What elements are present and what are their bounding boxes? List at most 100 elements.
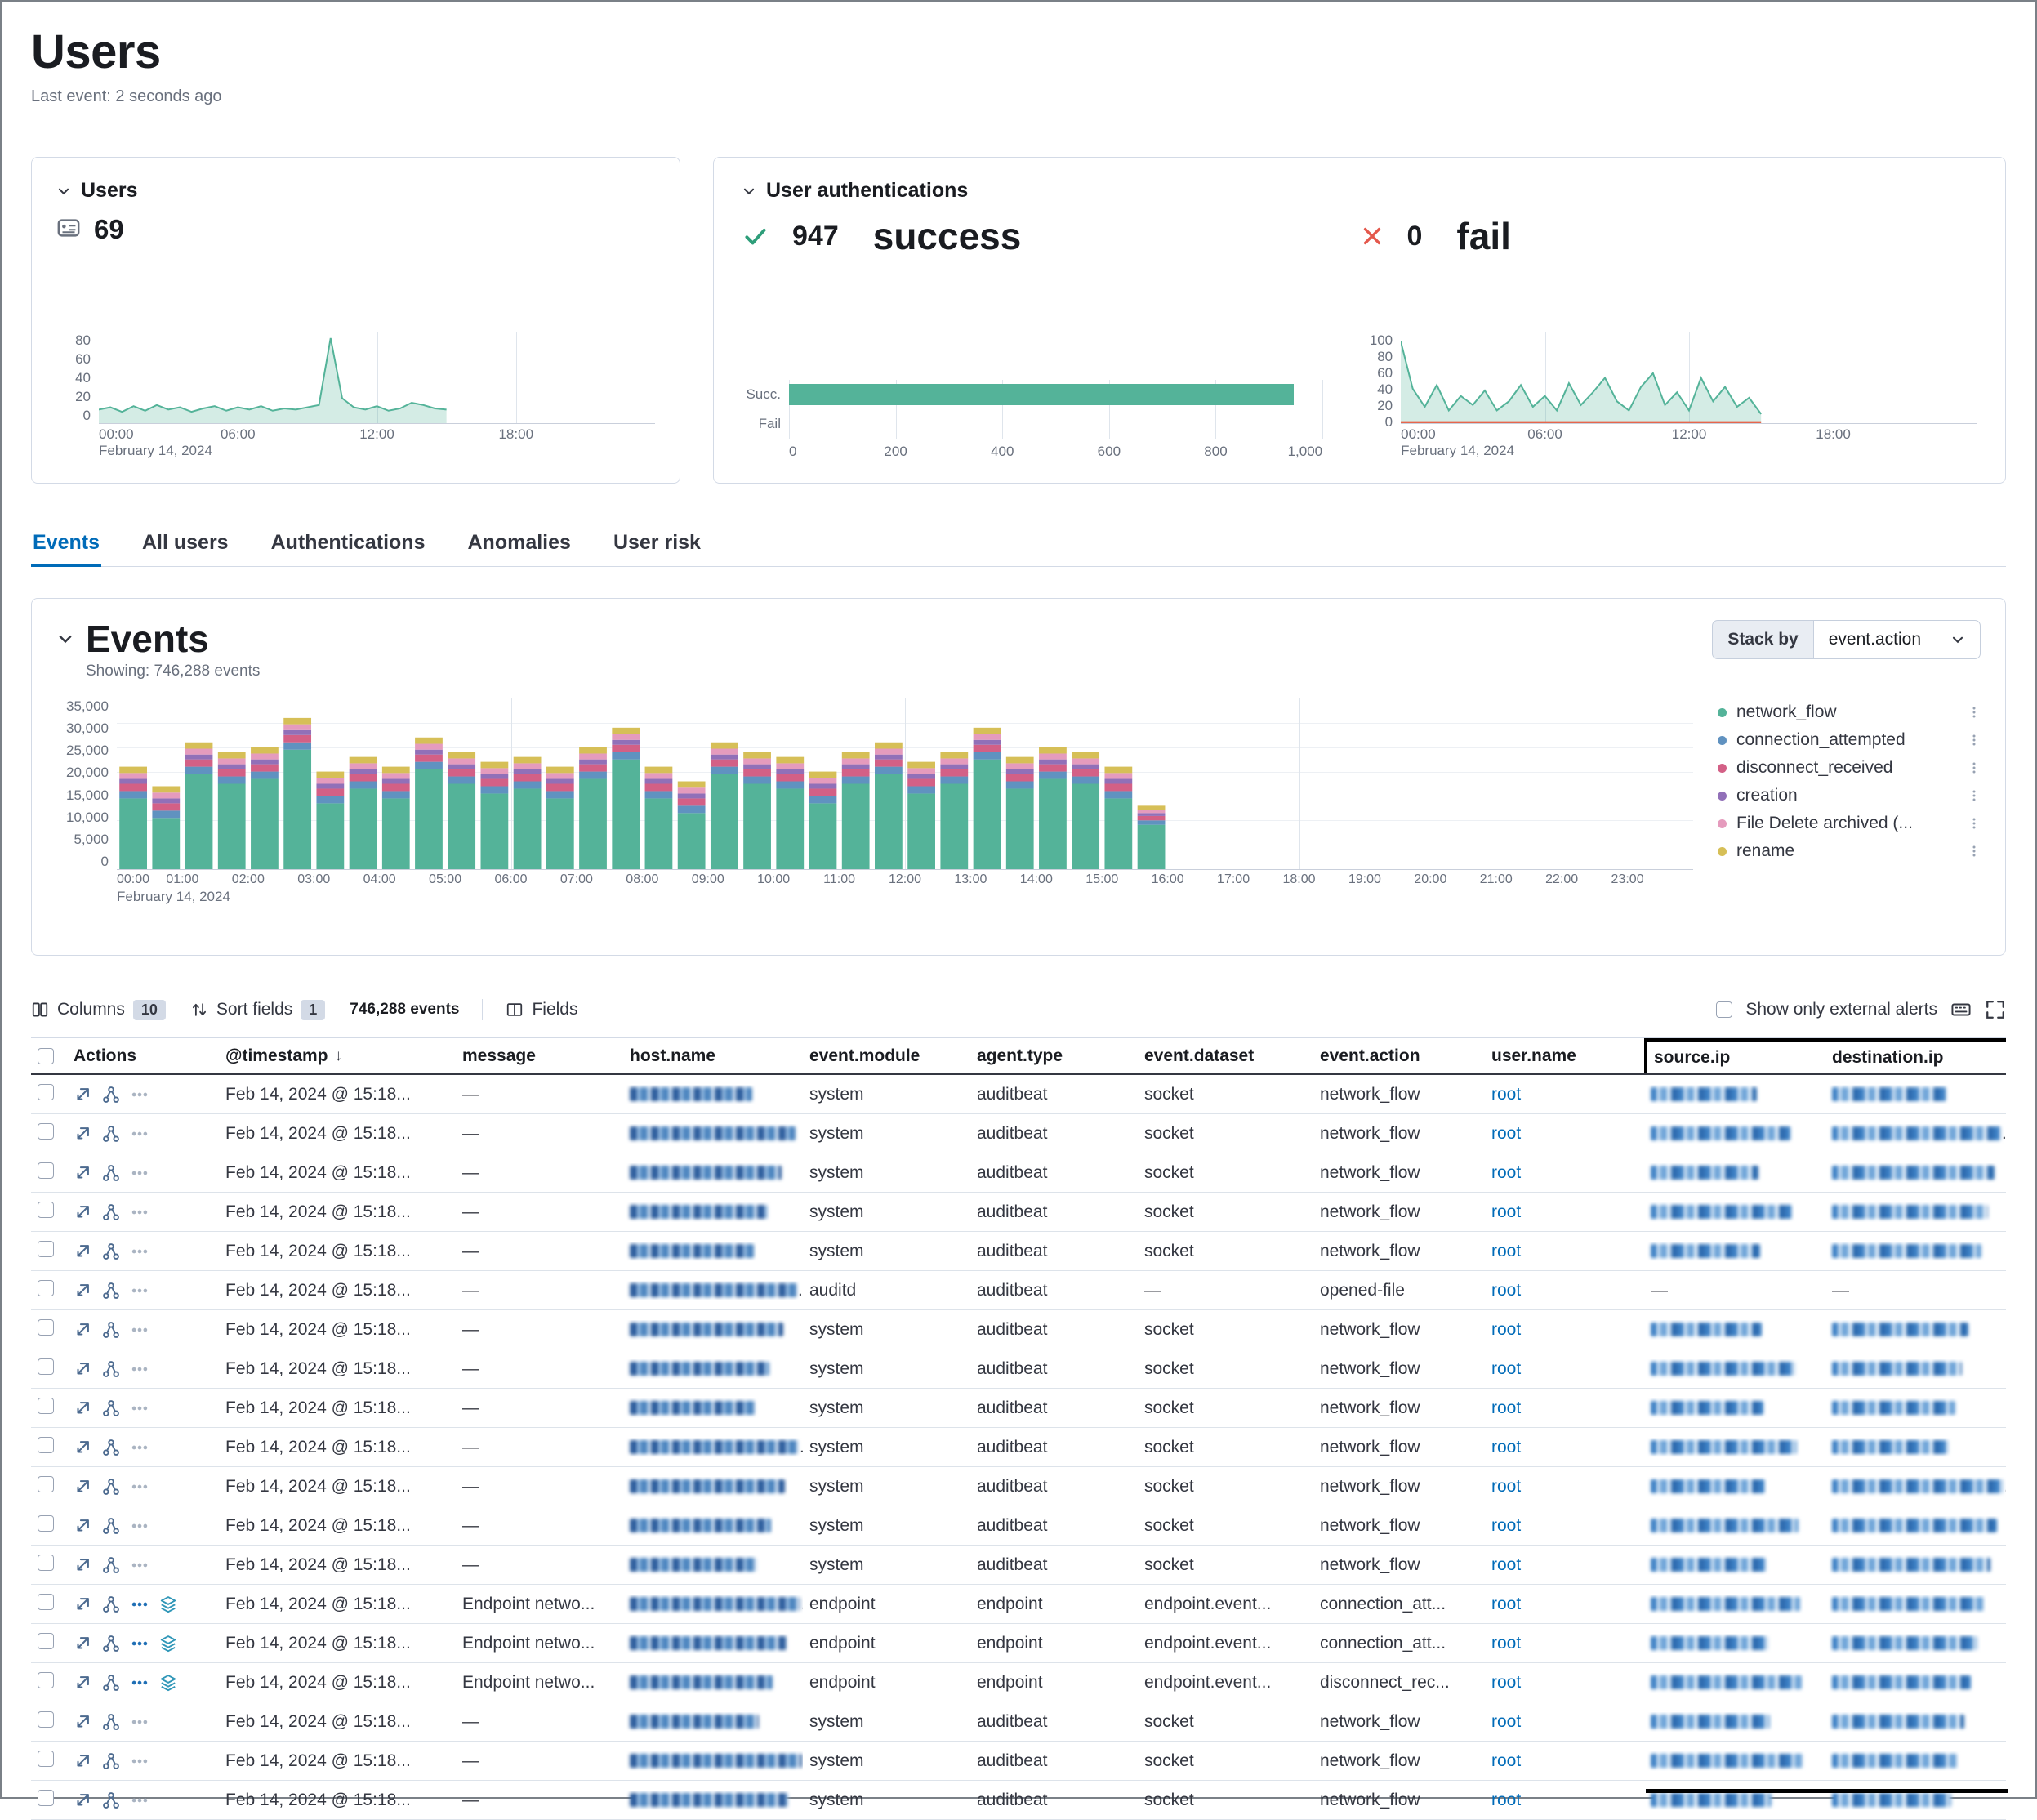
row-checkbox[interactable] <box>38 1476 54 1492</box>
expand-event-icon[interactable] <box>74 1203 91 1221</box>
row-checkbox[interactable] <box>38 1162 54 1179</box>
more-actions-icon[interactable] <box>131 1360 149 1378</box>
expand-event-icon[interactable] <box>74 1752 91 1770</box>
analyze-event-icon[interactable] <box>102 1282 120 1300</box>
expand-event-icon[interactable] <box>74 1674 91 1692</box>
expand-event-icon[interactable] <box>74 1635 91 1653</box>
legend-options-icon[interactable] <box>1968 761 1981 774</box>
user-name-link[interactable]: root <box>1491 1751 1521 1770</box>
legend-options-icon[interactable] <box>1968 734 1981 747</box>
row-checkbox[interactable] <box>38 1437 54 1453</box>
legend-options-icon[interactable] <box>1968 817 1981 830</box>
analyze-event-icon[interactable] <box>102 1242 120 1260</box>
user-name-link[interactable]: root <box>1491 1555 1521 1574</box>
more-actions-icon[interactable] <box>131 1282 149 1300</box>
sort-fields-button[interactable]: Sort fields 1 <box>190 1000 325 1020</box>
tab-events[interactable]: Events <box>31 524 101 566</box>
user-name-link[interactable]: root <box>1491 1085 1521 1104</box>
user-name-link[interactable]: root <box>1491 1673 1521 1692</box>
expand-event-icon[interactable] <box>74 1164 91 1182</box>
collapse-chevron-icon[interactable] <box>56 630 74 648</box>
expand-event-icon[interactable] <box>74 1399 91 1417</box>
analyze-event-icon[interactable] <box>102 1360 120 1378</box>
column-header-event-dataset[interactable]: event.dataset <box>1138 1038 1313 1073</box>
user-name-link[interactable]: root <box>1491 1242 1521 1260</box>
legend-options-icon[interactable] <box>1968 706 1981 719</box>
more-actions-icon[interactable] <box>131 1399 149 1417</box>
osquery-layers-icon[interactable] <box>159 1674 177 1692</box>
more-actions-icon[interactable] <box>131 1713 149 1731</box>
user-name-link[interactable]: root <box>1491 1477 1521 1496</box>
expand-event-icon[interactable] <box>74 1360 91 1378</box>
tab-user-risk[interactable]: User risk <box>612 524 702 566</box>
columns-button[interactable]: Columns 10 <box>31 1000 166 1020</box>
row-checkbox[interactable] <box>38 1515 54 1532</box>
user-name-link[interactable]: root <box>1491 1281 1521 1300</box>
row-checkbox[interactable] <box>38 1084 54 1100</box>
more-actions-icon[interactable] <box>131 1242 149 1260</box>
user-name-link[interactable]: root <box>1491 1124 1521 1143</box>
more-actions-icon[interactable] <box>131 1791 149 1809</box>
row-checkbox[interactable] <box>38 1555 54 1571</box>
row-checkbox[interactable] <box>38 1751 54 1767</box>
expand-event-icon[interactable] <box>74 1517 91 1535</box>
tab-authentications[interactable]: Authentications <box>270 524 427 566</box>
row-checkbox[interactable] <box>38 1398 54 1414</box>
expand-event-icon[interactable] <box>74 1242 91 1260</box>
row-checkbox[interactable] <box>38 1319 54 1336</box>
more-actions-icon[interactable] <box>131 1203 149 1221</box>
analyze-event-icon[interactable] <box>102 1439 120 1456</box>
column-header-agent-type[interactable]: agent.type <box>970 1038 1138 1073</box>
analyze-event-icon[interactable] <box>102 1125 120 1143</box>
external-alerts-checkbox[interactable] <box>1716 1001 1732 1018</box>
analyze-event-icon[interactable] <box>102 1635 120 1653</box>
expand-event-icon[interactable] <box>74 1713 91 1731</box>
row-checkbox[interactable] <box>38 1280 54 1296</box>
more-actions-blue-icon[interactable] <box>131 1595 149 1613</box>
analyze-event-icon[interactable] <box>102 1674 120 1692</box>
more-actions-icon[interactable] <box>131 1478 149 1496</box>
row-checkbox[interactable] <box>38 1790 54 1806</box>
column-header-destination-ip[interactable]: destination.ip <box>1825 1038 2006 1073</box>
expand-event-icon[interactable] <box>74 1556 91 1574</box>
more-actions-blue-icon[interactable] <box>131 1635 149 1653</box>
row-checkbox[interactable] <box>38 1358 54 1375</box>
analyze-event-icon[interactable] <box>102 1164 120 1182</box>
analyze-event-icon[interactable] <box>102 1399 120 1417</box>
stack-by-select[interactable]: event.action <box>1813 620 1981 659</box>
more-actions-icon[interactable] <box>131 1752 149 1770</box>
user-name-link[interactable]: root <box>1491 1595 1521 1613</box>
collapse-chevron-icon[interactable] <box>742 184 756 199</box>
tab-anomalies[interactable]: Anomalies <box>466 524 573 566</box>
column-header-user-name[interactable]: user.name <box>1485 1038 1644 1073</box>
osquery-layers-icon[interactable] <box>159 1595 177 1613</box>
analyze-event-icon[interactable] <box>102 1517 120 1535</box>
expand-event-icon[interactable] <box>74 1595 91 1613</box>
column-header-message[interactable]: message <box>456 1038 623 1073</box>
expand-event-icon[interactable] <box>74 1125 91 1143</box>
column-header--timestamp[interactable]: @timestamp ↓ <box>219 1038 456 1073</box>
user-name-link[interactable]: root <box>1491 1516 1521 1535</box>
more-actions-icon[interactable] <box>131 1125 149 1143</box>
expand-event-icon[interactable] <box>74 1086 91 1104</box>
column-header-Actions[interactable]: Actions <box>67 1038 219 1073</box>
analyze-event-icon[interactable] <box>102 1713 120 1731</box>
expand-event-icon[interactable] <box>74 1791 91 1809</box>
row-checkbox[interactable] <box>38 1123 54 1140</box>
row-checkbox[interactable] <box>38 1202 54 1218</box>
row-checkbox[interactable] <box>38 1633 54 1649</box>
row-checkbox[interactable] <box>38 1711 54 1728</box>
row-checkbox[interactable] <box>38 1241 54 1257</box>
more-actions-icon[interactable] <box>131 1164 149 1182</box>
user-name-link[interactable]: root <box>1491 1791 1521 1809</box>
more-actions-icon[interactable] <box>131 1086 149 1104</box>
column-header-event-action[interactable]: event.action <box>1313 1038 1485 1073</box>
analyze-event-icon[interactable] <box>102 1556 120 1574</box>
column-header-source-ip[interactable]: source.ip <box>1644 1038 1825 1073</box>
row-checkbox[interactable] <box>38 1672 54 1688</box>
row-checkbox[interactable] <box>38 1594 54 1610</box>
analyze-event-icon[interactable] <box>102 1203 120 1221</box>
legend-options-icon[interactable] <box>1968 789 1981 802</box>
user-name-link[interactable]: root <box>1491 1202 1521 1221</box>
analyze-event-icon[interactable] <box>102 1791 120 1809</box>
